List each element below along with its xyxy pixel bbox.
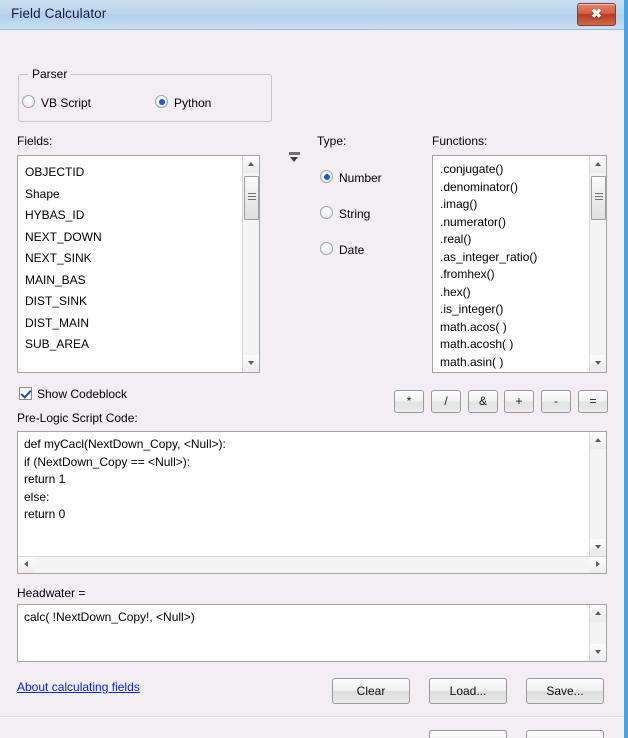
prelogic-label: Pre-Logic Script Code: [17, 411, 138, 425]
ok-button[interactable]: OK [429, 730, 507, 738]
radio-number[interactable] [320, 170, 333, 183]
close-icon: ✖ [591, 6, 602, 21]
radio-date-label[interactable]: Date [339, 243, 364, 257]
radio-python[interactable] [155, 95, 168, 108]
expression-scrollbar[interactable] [589, 605, 606, 661]
prelogic-script-textarea[interactable]: def myCacl(NextDown_Copy, <Null>): if (N… [17, 431, 607, 574]
field-calculator-dialog: Field Calculator ✖ Parser VB Script Pyth… [0, 0, 628, 738]
fields-dropdown-icon[interactable] [288, 151, 302, 167]
scroll-right-icon[interactable] [589, 557, 606, 573]
operator-button-minus[interactable]: - [541, 390, 571, 413]
list-item[interactable]: .real() [440, 231, 588, 249]
operator-button-divide[interactable]: / [431, 390, 461, 413]
load-button[interactable]: Load... [429, 678, 507, 704]
prelogic-vertical-scrollbar[interactable] [589, 432, 606, 556]
list-item[interactable]: math.asin( ) [440, 354, 588, 372]
list-item[interactable]: SUB_AREA [25, 334, 241, 356]
scroll-left-icon[interactable] [18, 557, 35, 573]
list-item[interactable]: NEXT_DOWN [25, 227, 241, 249]
list-item[interactable]: HYBAS_ID [25, 205, 241, 227]
functions-listbox[interactable]: .conjugate() .denominator() .imag() .num… [432, 155, 607, 373]
title-bar: Field Calculator ✖ [0, 0, 624, 30]
scroll-up-icon[interactable] [243, 156, 259, 173]
radio-vb-script[interactable] [22, 95, 35, 108]
scroll-down-icon[interactable] [243, 355, 259, 372]
scrollbar-thumb[interactable] [244, 176, 259, 220]
list-item[interactable]: .as_integer_ratio() [440, 249, 588, 267]
functions-label: Functions: [432, 134, 488, 148]
fields-scrollbar[interactable] [242, 156, 259, 372]
dialog-body: Parser VB Script Python Fields: OBJECTID… [0, 30, 624, 738]
expression-text[interactable]: calc( !NextDown_Copy!, <Null>) [18, 605, 588, 661]
chevron-down-icon [290, 157, 298, 162]
footer-divider [0, 716, 624, 718]
prelogic-script-text[interactable]: def myCacl(NextDown_Copy, <Null>): if (N… [18, 432, 588, 555]
list-item[interactable]: MAIN_BAS [25, 270, 241, 292]
grip-icon [248, 193, 256, 203]
radio-date[interactable] [320, 242, 333, 255]
save-button[interactable]: Save... [526, 678, 604, 704]
fields-items: OBJECTID Shape HYBAS_ID NEXT_DOWN NEXT_S… [18, 156, 241, 372]
scroll-down-icon[interactable] [590, 539, 606, 556]
radio-string[interactable] [320, 206, 333, 219]
scroll-up-icon[interactable] [590, 432, 606, 449]
list-item[interactable]: NEXT_SINK [25, 248, 241, 270]
operator-button-and[interactable]: & [468, 390, 498, 413]
list-item[interactable]: .numerator() [440, 214, 588, 232]
scrollbar-thumb[interactable] [591, 176, 606, 220]
list-item[interactable]: math.acos( ) [440, 319, 588, 337]
expression-label: Headwater = [17, 586, 86, 600]
list-item[interactable]: .is_integer() [440, 301, 588, 319]
functions-items: .conjugate() .denominator() .imag() .num… [433, 156, 588, 372]
list-item[interactable]: Shape [25, 184, 241, 206]
close-button[interactable]: ✖ [577, 3, 616, 26]
list-item[interactable]: .hex() [440, 284, 588, 302]
list-item[interactable]: .fromhex() [440, 266, 588, 284]
fields-dropdown-bar [289, 152, 300, 155]
radio-vb-script-label[interactable]: VB Script [41, 96, 91, 110]
list-item[interactable]: OBJECTID [25, 162, 241, 184]
window-title: Field Calculator [11, 6, 107, 21]
radio-string-label[interactable]: String [339, 207, 370, 221]
list-item[interactable]: DIST_SINK [25, 291, 241, 313]
about-calculating-fields-link[interactable]: About calculating fields [17, 680, 140, 694]
expression-textarea[interactable]: calc( !NextDown_Copy!, <Null>) [17, 604, 607, 662]
list-item[interactable]: .conjugate() [440, 161, 588, 179]
list-item[interactable]: DIST_MAIN [25, 313, 241, 335]
grip-icon [595, 193, 603, 203]
operator-button-equals[interactable]: = [578, 390, 608, 413]
scroll-down-icon[interactable] [590, 644, 606, 661]
operator-button-multiply[interactable]: * [394, 390, 424, 413]
prelogic-horizontal-scrollbar[interactable] [18, 556, 606, 573]
list-item[interactable]: .denominator() [440, 179, 588, 197]
radio-number-label[interactable]: Number [339, 171, 382, 185]
show-codeblock-label[interactable]: Show Codeblock [37, 387, 127, 401]
list-item[interactable]: .imag() [440, 196, 588, 214]
list-item[interactable]: math.acosh( ) [440, 336, 588, 354]
radio-python-label[interactable]: Python [174, 96, 211, 110]
show-codeblock-checkbox[interactable] [19, 387, 32, 400]
cancel-button[interactable]: Cancel [526, 730, 604, 738]
scroll-up-icon[interactable] [590, 156, 606, 173]
clear-button[interactable]: Clear [332, 678, 410, 704]
operator-button-plus[interactable]: + [504, 390, 534, 413]
fields-listbox[interactable]: OBJECTID Shape HYBAS_ID NEXT_DOWN NEXT_S… [17, 155, 260, 373]
parser-legend: Parser [28, 67, 72, 81]
type-label: Type: [317, 134, 347, 148]
fields-label: Fields: [17, 134, 53, 148]
functions-scrollbar[interactable] [589, 156, 606, 372]
scroll-down-icon[interactable] [590, 355, 606, 372]
scroll-up-icon[interactable] [590, 605, 606, 622]
